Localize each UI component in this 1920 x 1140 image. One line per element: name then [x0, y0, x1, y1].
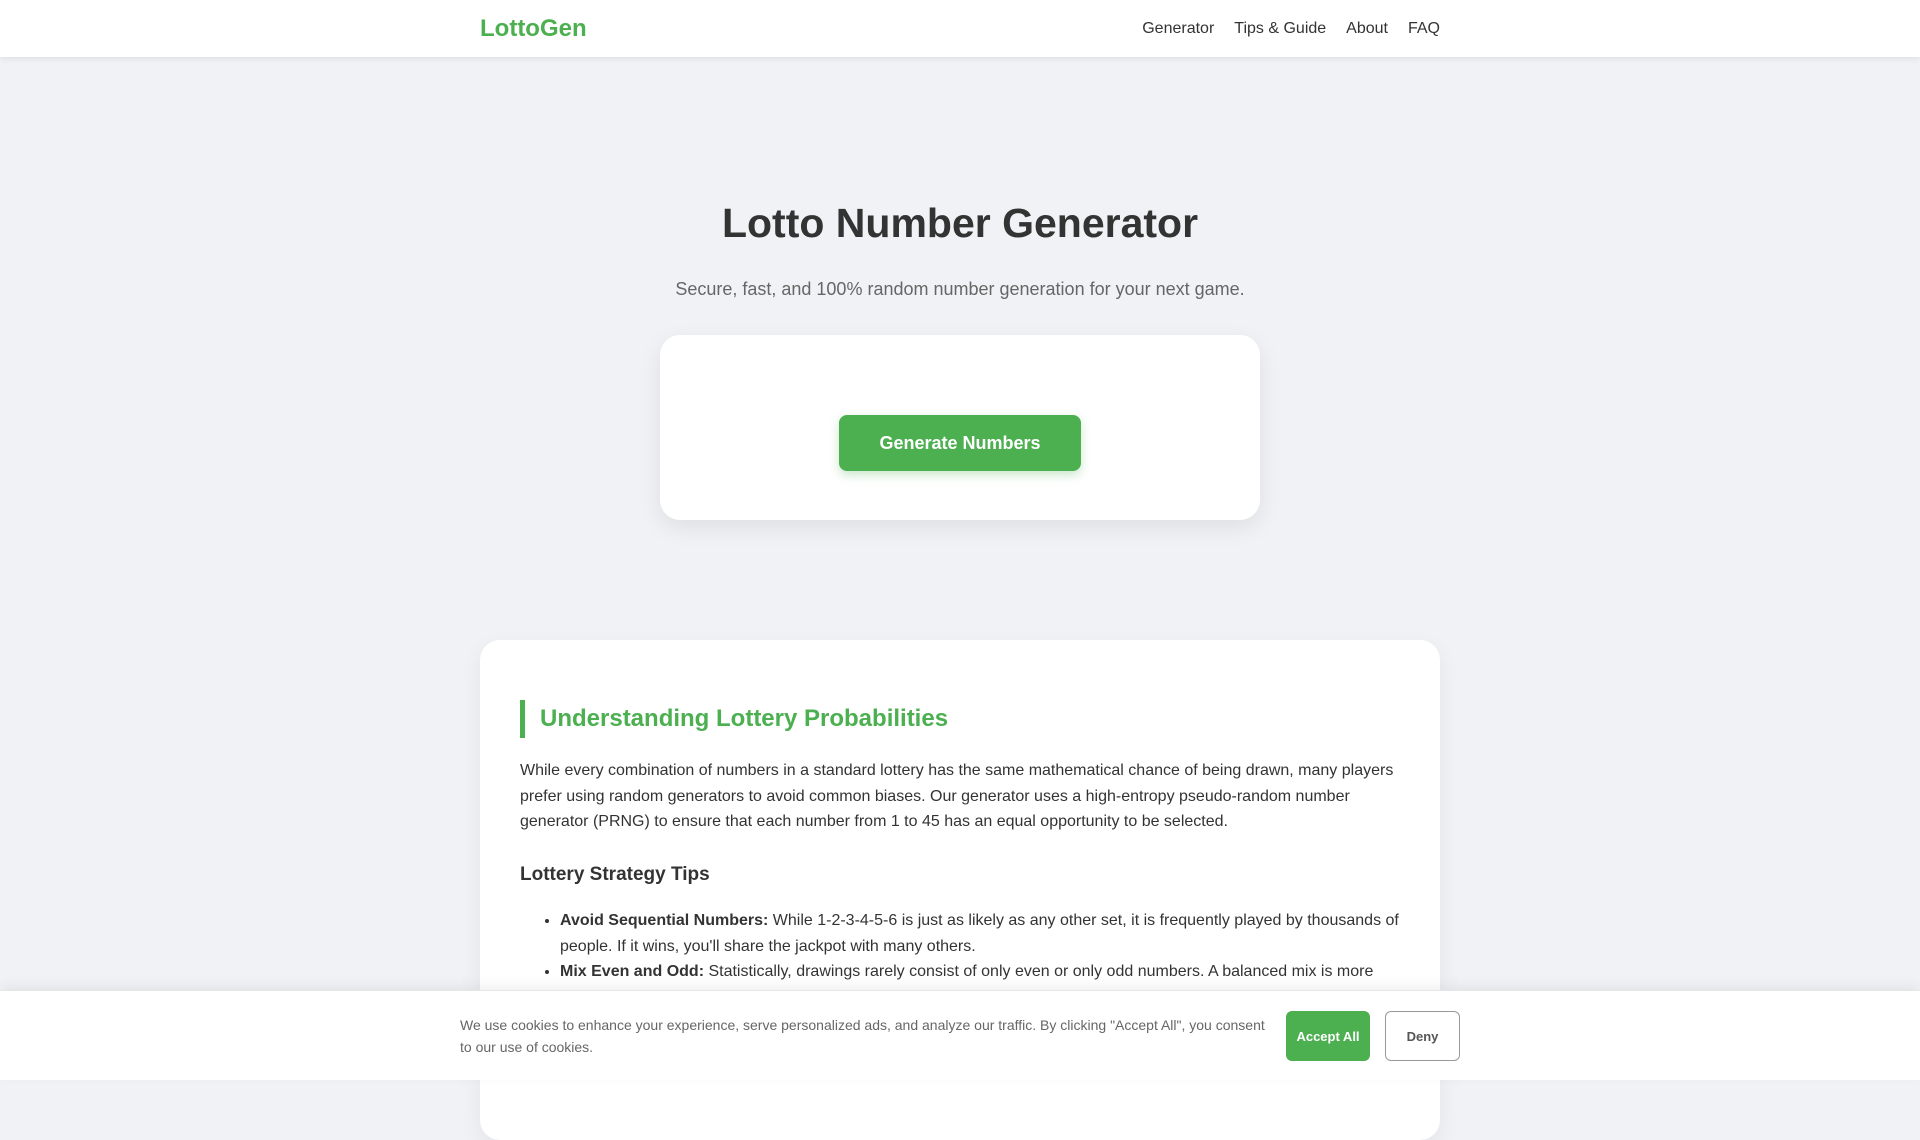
top-navbar: LottoGen Generator Tips & Guide About FA…	[0, 0, 1920, 57]
page-subtitle: Secure, fast, and 100% random number gen…	[675, 279, 1245, 299]
list-item: Mix Even and Odd: Statistically, drawing…	[560, 959, 1400, 985]
nav-link-generator[interactable]: Generator	[1142, 20, 1214, 38]
section-title: Understanding Lottery Probabilities	[520, 700, 948, 738]
tip-label: Mix Even and Odd:	[560, 963, 705, 980]
tip-text: Statistically, drawings rarely consist o…	[704, 963, 1374, 980]
cookie-message: We use cookies to enhance your experienc…	[460, 1017, 1265, 1055]
tip-label: Avoid Sequential Numbers:	[560, 912, 769, 929]
list-item: Avoid Sequential Numbers: While 1-2-3-4-…	[560, 908, 1400, 959]
generator-card: Generate Numbers	[660, 335, 1260, 520]
generate-numbers-button[interactable]: Generate Numbers	[839, 415, 1081, 471]
nav-link-tips-guide[interactable]: Tips & Guide	[1234, 20, 1326, 38]
tips-title: Lottery Strategy Tips	[520, 864, 710, 885]
accept-all-button[interactable]: Accept All	[1286, 1011, 1370, 1061]
main-nav: Generator Tips & Guide About FAQ	[1142, 20, 1440, 38]
deny-button[interactable]: Deny	[1385, 1011, 1460, 1061]
intro-paragraph: While every combination of numbers in a …	[520, 762, 1394, 830]
page-title: Lotto Number Generator	[721, 200, 1199, 246]
tips-list: Avoid Sequential Numbers: While 1-2-3-4-…	[560, 908, 1400, 985]
navbar-inner: LottoGen Generator Tips & Guide About FA…	[480, 0, 1440, 57]
nav-link-about[interactable]: About	[1346, 20, 1388, 38]
cookie-consent-bar: We use cookies to enhance your experienc…	[0, 990, 1920, 1080]
site-logo[interactable]: LottoGen	[480, 15, 587, 43]
nav-link-faq[interactable]: FAQ	[1408, 20, 1440, 38]
